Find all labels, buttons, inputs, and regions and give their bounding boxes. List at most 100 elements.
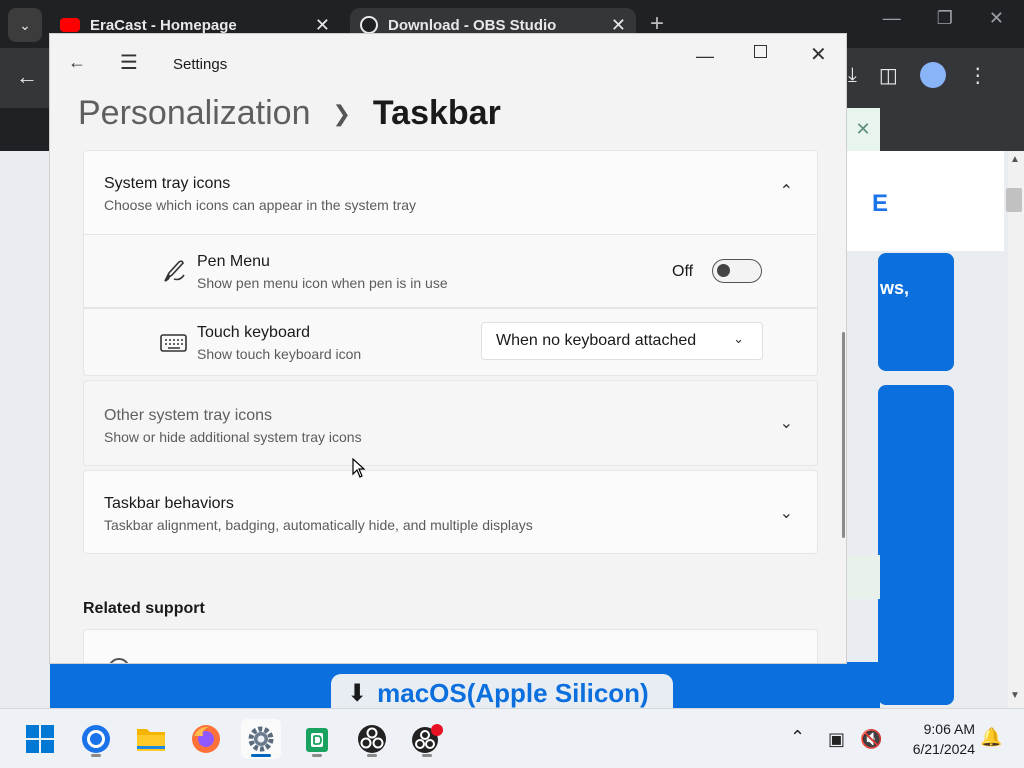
taskbar-chrome[interactable] [76, 719, 116, 759]
notification-bell-icon[interactable]: 🔔 [980, 727, 1002, 748]
minimize-button[interactable]: — [696, 46, 714, 67]
browser-toolbar-icons: ⤓ ◫ ⋮ [848, 62, 988, 88]
download-icon[interactable]: ⤓ [848, 64, 857, 87]
running-indicator [422, 754, 432, 757]
chrome-icon [82, 725, 110, 753]
other-system-tray-icons-section[interactable]: Other system tray icons Show or hide add… [83, 380, 818, 466]
running-indicator [312, 754, 322, 757]
section-subtitle: Taskbar alignment, badging, automaticall… [104, 517, 533, 533]
youtube-icon [60, 18, 80, 32]
mouse-cursor-icon [352, 458, 366, 478]
settings-window: ← ☰ Settings — ✕ Personalization ❯ Taskb… [49, 33, 847, 664]
window-title: Settings [173, 56, 228, 73]
chevron-down-icon[interactable]: ⌄ [780, 503, 793, 523]
taskbar-app[interactable] [297, 719, 337, 759]
settings-titlebar: ← ☰ Settings — ✕ [50, 34, 846, 80]
active-indicator [251, 754, 271, 757]
dropdown-value: When no keyboard attached [496, 332, 697, 349]
pen-menu-subtitle: Show pen menu icon when pen is in use [197, 275, 448, 291]
toggle-knob [717, 264, 730, 277]
maximize-button[interactable] [754, 45, 767, 58]
scroll-up-icon[interactable]: ▲ [1010, 154, 1020, 165]
taskbar-obs-recording[interactable] [407, 719, 447, 759]
start-icon [26, 725, 54, 753]
webpage-panel [846, 555, 880, 599]
pen-menu-row: Pen Menu Show pen menu icon when pen is … [83, 234, 818, 308]
hamburger-menu-icon[interactable]: ☰ [120, 50, 138, 75]
windows-taskbar: ⌃ ▣ 🔇 9:06 AM 6/21/2024 🔔 [0, 708, 1024, 768]
related-support-heading: Related support [83, 600, 205, 617]
pen-menu-state-label: Off [672, 263, 694, 280]
section-title: Taskbar behaviors [104, 495, 234, 512]
pen-menu-title: Pen Menu [197, 253, 270, 270]
chevron-up-icon[interactable]: ⌃ [780, 181, 793, 201]
file-explorer-icon [137, 729, 165, 751]
tab-label: Download - OBS Studio [388, 16, 557, 34]
clock-time: 9:06 AM [923, 721, 975, 737]
webpage-card-text: ws, [880, 278, 910, 298]
webpage-blue-card [878, 253, 954, 371]
settings-icon [248, 726, 274, 752]
clock-date: 6/21/2024 [912, 741, 975, 757]
back-arrow-icon[interactable]: ← [16, 64, 38, 90]
side-panel-icon[interactable]: ◫ [879, 63, 898, 88]
close-icon[interactable]: ✕ [846, 108, 880, 151]
section-subtitle: Choose which icons can appear in the sys… [104, 197, 417, 213]
page-title: Taskbar [372, 94, 501, 132]
taskbar-settings[interactable] [241, 719, 281, 759]
tab-search-button[interactable]: ⌄ [8, 8, 42, 42]
obs-icon [360, 16, 378, 34]
back-arrow-icon[interactable]: ← [68, 52, 86, 73]
network-icon[interactable]: ▣ [828, 729, 845, 750]
volume-muted-icon[interactable]: 🔇 [860, 729, 882, 750]
scroll-down-icon[interactable]: ▼ [1010, 690, 1020, 701]
minimize-icon[interactable]: — [883, 8, 901, 29]
system-clock[interactable]: 9:06 AM 6/21/2024 [895, 719, 975, 759]
obs-icon [358, 725, 386, 753]
scrollbar-thumb[interactable] [1006, 188, 1022, 212]
macos-download-button[interactable]: ⬇ macOS(Apple Silicon) [331, 674, 673, 712]
chevron-down-icon: ⌄ [19, 16, 31, 33]
tab-label: EraCast - Homepage [90, 16, 237, 34]
touch-keyboard-dropdown[interactable]: When no keyboard attached ⌄ [481, 322, 763, 360]
breadcrumb: Personalization ❯ Taskbar [78, 94, 501, 133]
touch-keyboard-subtitle: Show touch keyboard icon [197, 346, 362, 362]
webpage-blue-card [878, 385, 954, 705]
pen-menu-toggle[interactable] [712, 259, 762, 283]
obs-recording-icon [412, 724, 443, 753]
firefox-icon [192, 725, 220, 753]
system-tray-icons-section[interactable]: System tray icons Choose which icons can… [83, 150, 818, 234]
globe-icon [108, 658, 130, 663]
keyboard-icon [160, 333, 188, 358]
touch-keyboard-row: Touch keyboard Show touch keyboard icon … [83, 308, 818, 376]
running-indicator [367, 754, 377, 757]
restore-icon[interactable]: ❐ [937, 8, 953, 29]
close-icon[interactable]: ✕ [989, 8, 1004, 29]
pen-icon [160, 257, 188, 290]
chevron-down-icon[interactable]: ⌄ [780, 413, 793, 433]
profile-avatar[interactable] [919, 62, 946, 88]
section-title: System tray icons [104, 175, 231, 192]
related-support-card[interactable] [83, 629, 818, 663]
macos-download-label: macOS(Apple Silicon) [377, 677, 649, 708]
app-icon [306, 728, 328, 752]
download-icon: ⬇ [347, 679, 368, 707]
taskbar-obs[interactable] [352, 719, 392, 759]
touch-keyboard-title: Touch keyboard [197, 324, 310, 341]
section-title: Other system tray icons [104, 407, 273, 424]
settings-scrollbar[interactable] [842, 332, 845, 538]
taskbar-file-explorer[interactable] [131, 719, 171, 759]
webpage-fragment-letter: E [872, 190, 889, 217]
close-button[interactable]: ✕ [810, 42, 827, 67]
more-menu-icon[interactable]: ⋮ [968, 63, 988, 88]
taskbar-behaviors-section[interactable]: Taskbar behaviors Taskbar alignment, bad… [83, 470, 818, 554]
running-indicator [91, 754, 101, 757]
browser-window-controls: — ❐ ✕ [883, 8, 1024, 29]
breadcrumb-personalization[interactable]: Personalization [78, 94, 310, 133]
chevron-up-icon[interactable]: ⌃ [790, 727, 805, 748]
page-scrollbar[interactable] [1008, 151, 1024, 708]
chevron-right-icon: ❯ [332, 100, 351, 126]
webpage-header [846, 151, 1004, 251]
taskbar-firefox[interactable] [186, 719, 226, 759]
start-button[interactable] [20, 719, 60, 759]
